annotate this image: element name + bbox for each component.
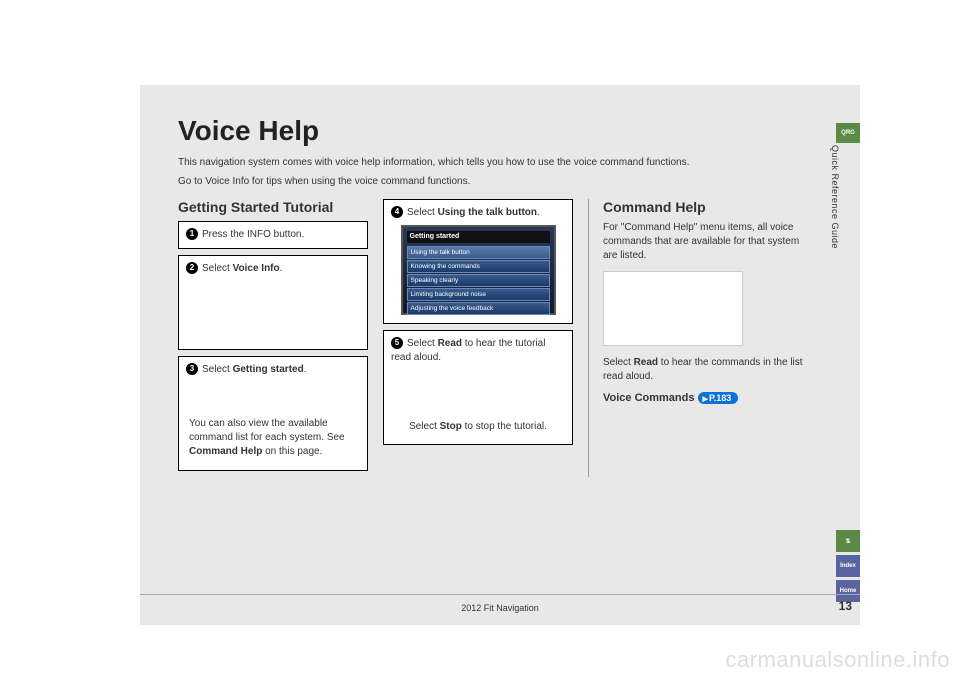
step-5-stop-bold: Stop [440,421,462,432]
step-1-number: 1 [186,228,198,240]
step-2-box: 2 Select Voice Info. [178,255,368,350]
column-tutorial-a: Getting Started Tutorial 1 Press the INFO… [178,199,368,477]
step-3-pre: Select [202,364,233,375]
manual-page: QRG Quick Reference Guide Voice Help Thi… [140,85,860,625]
step-4-box: 4 Select Using the talk button. Getting s… [383,199,573,324]
step-4-pre: Select [407,207,438,218]
step-5-stop-note: Select Stop to stop the tutorial. [391,420,565,434]
step-5-number: 5 [391,337,403,349]
command-help-read: Select Read to hear the commands in the … [603,356,815,384]
voice-commands-label: Voice Commands [603,392,698,404]
nav-screenshot-header: Getting started [407,231,550,243]
step-3-note-a: You can also view the available command … [189,418,345,443]
intro-line-1: This navigation system comes with voice … [178,155,815,170]
step-3-note-bold: Command Help [189,446,262,457]
side-tabs: ⇅ Index Home [836,530,860,602]
page-reference-pill[interactable]: P.183 [698,392,739,404]
column-command-help: Command Help For "Command Help" menu ite… [588,199,815,477]
nav-screenshot-item-3: Speaking clearly [407,274,550,287]
step-3-post: . [304,364,307,375]
step-1-text: Press the INFO button. [202,229,304,240]
step-5-stop-pre: Select [409,421,440,432]
page-title: Voice Help [178,115,815,147]
step-5-box: 5Select Read to hear the tutorial read a… [383,330,573,445]
step-3-note-b: on this page. [262,446,322,457]
side-tab-index[interactable]: Index [836,555,860,577]
side-tab-voice[interactable]: ⇅ [836,530,860,552]
column-tutorial-b: 4 Select Using the talk button. Getting s… [383,199,573,477]
step-2-post: . [280,263,283,274]
step-2-pre: Select [202,263,233,274]
step-1-box: 1 Press the INFO button. [178,221,368,249]
nav-screenshot-item-2: Knowing the commands [407,260,550,273]
voice-commands-link-row: Voice Commands P.183 [603,392,815,404]
command-help-screenshot [603,271,743,346]
step-4-bold: Using the talk button [438,207,537,218]
content-columns: Getting Started Tutorial 1 Press the INFO… [178,199,815,477]
step-3-box: 3 Select Getting started. You can also vi… [178,356,368,471]
nav-screenshot-item-5: Adjusting the voice feedback [407,302,550,315]
page-footer: 2012 Fit Navigation 13 [140,594,860,613]
step-5-bold1: Read [438,338,462,349]
step-5-stop-post: to stop the tutorial. [462,421,547,432]
step-2-number: 2 [186,262,198,274]
cmd-read-pre: Select [603,357,634,368]
step-2-bold: Voice Info [233,263,280,274]
command-help-body: For "Command Help" menu items, all voice… [603,221,815,263]
step-5-pre1: Select [407,338,438,349]
nav-screenshot-item-1: Using the talk button [407,246,550,259]
side-tab-qrg[interactable]: QRG [836,123,860,143]
command-help-heading: Command Help [603,199,815,215]
intro-line-2: Go to Voice Info for tips when using the… [178,174,815,189]
step-3-bold: Getting started [233,364,304,375]
tutorial-heading: Getting Started Tutorial [178,199,368,215]
step-3-note: You can also view the available command … [186,417,360,459]
page-number: 13 [839,599,852,613]
section-side-label: Quick Reference Guide [830,145,840,249]
step-4-post: . [537,207,540,218]
watermark: carmanualsonline.info [725,647,950,673]
cmd-read-bold: Read [634,357,658,368]
footer-model-label: 2012 Fit Navigation [461,603,539,613]
nav-screenshot-item-4: Limiting background noise [407,288,550,301]
step-3-number: 3 [186,363,198,375]
nav-screenshot: Getting started Using the talk button Kn… [401,225,556,315]
step-4-number: 4 [391,206,403,218]
